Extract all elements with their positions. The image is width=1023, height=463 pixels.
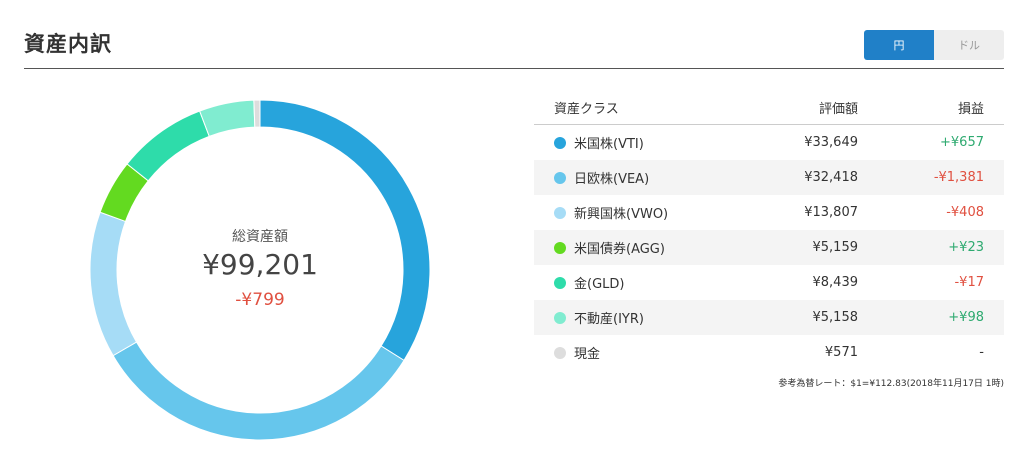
table-row: 不動産(IYR) ¥5,158 +¥98 — [534, 300, 1004, 335]
donut-slice — [89, 211, 138, 357]
legend-dot-icon — [554, 311, 566, 324]
asset-gain: - — [979, 345, 984, 360]
asset-name: 米国株(VTI) — [574, 137, 644, 152]
asset-gain: +¥98 — [948, 310, 984, 325]
asset-name-cell: 米国債券(AGG) — [534, 238, 764, 257]
header-gain: 損益 — [957, 101, 984, 117]
legend-dot-icon — [554, 346, 566, 359]
asset-name-cell: 米国株(VTI) — [534, 133, 764, 152]
asset-name-cell: 日欧株(VEA) — [534, 168, 764, 187]
allocation-donut-chart — [89, 99, 431, 441]
asset-gain: -¥1,381 — [933, 170, 984, 185]
asset-gain: +¥657 — [940, 135, 984, 150]
table-body: 米国株(VTI) ¥33,649 +¥657 日欧株(VEA) ¥32,418 -¥1,3… — [534, 125, 1004, 370]
donut-slice — [253, 99, 261, 128]
asset-name: 米国債券(AGG) — [574, 242, 665, 257]
asset-value: ¥5,159 — [812, 240, 859, 255]
asset-gain: -¥17 — [954, 275, 984, 290]
asset-name: 不動産(IYR) — [574, 312, 644, 327]
table-row: 現金 ¥571 - — [534, 335, 1004, 370]
asset-gain: +¥23 — [948, 240, 984, 255]
asset-name: 新興国株(VWO) — [574, 207, 669, 222]
table-row: 新興国株(VWO) ¥13,807 -¥408 — [534, 195, 1004, 230]
legend-dot-icon — [554, 136, 566, 149]
section-title: 資産内訳 — [24, 32, 112, 56]
currency-toggle: 円 ドル — [864, 30, 1004, 60]
asset-name: 現金 — [574, 347, 601, 362]
legend-dot-icon — [554, 171, 566, 184]
legend-dot-icon — [554, 241, 566, 254]
currency-dollar-button[interactable]: ドル — [934, 30, 1004, 60]
legend-dot-icon — [554, 276, 566, 289]
table-row: 日欧株(VEA) ¥32,418 -¥1,381 — [534, 160, 1004, 195]
header-valuation: 評価額 — [818, 101, 858, 117]
asset-gain: -¥408 — [946, 205, 984, 220]
asset-value: ¥8,439 — [812, 275, 859, 290]
exchange-rate-note: 参考為替レート：$1=¥112.83(2018年11月17日 1時) — [778, 379, 1004, 389]
donut-slice — [199, 99, 256, 137]
donut-slice — [112, 341, 405, 441]
legend-dot-icon — [554, 206, 566, 219]
asset-name: 金(GLD) — [574, 277, 625, 292]
asset-name-cell: 新興国株(VWO) — [534, 203, 764, 222]
asset-table: 資産クラス 評価額 損益 米国株(VTI) ¥33,649 +¥657 日欧株(VEA… — [534, 90, 1004, 370]
asset-value: ¥32,418 — [804, 170, 858, 185]
donut-slice — [126, 110, 210, 182]
asset-name-cell: 金(GLD) — [534, 273, 764, 292]
asset-value: ¥571 — [824, 345, 858, 360]
asset-name-cell: 不動産(IYR) — [534, 308, 764, 327]
asset-name: 日欧株(VEA) — [574, 172, 650, 187]
asset-value: ¥33,649 — [804, 135, 858, 150]
table-row: 米国株(VTI) ¥33,649 +¥657 — [534, 125, 1004, 160]
asset-value: ¥5,158 — [812, 310, 859, 325]
table-row: 金(GLD) ¥8,439 -¥17 — [534, 265, 1004, 300]
currency-yen-button[interactable]: 円 — [864, 30, 934, 60]
donut-slice — [259, 99, 431, 362]
header-divider — [24, 68, 1004, 69]
asset-name-cell: 現金 — [534, 343, 764, 362]
header-asset-class: 資産クラス — [554, 101, 619, 117]
asset-value: ¥13,807 — [804, 205, 858, 220]
table-row: 米国債券(AGG) ¥5,159 +¥23 — [534, 230, 1004, 265]
table-header: 資産クラス 評価額 損益 — [534, 90, 1004, 125]
